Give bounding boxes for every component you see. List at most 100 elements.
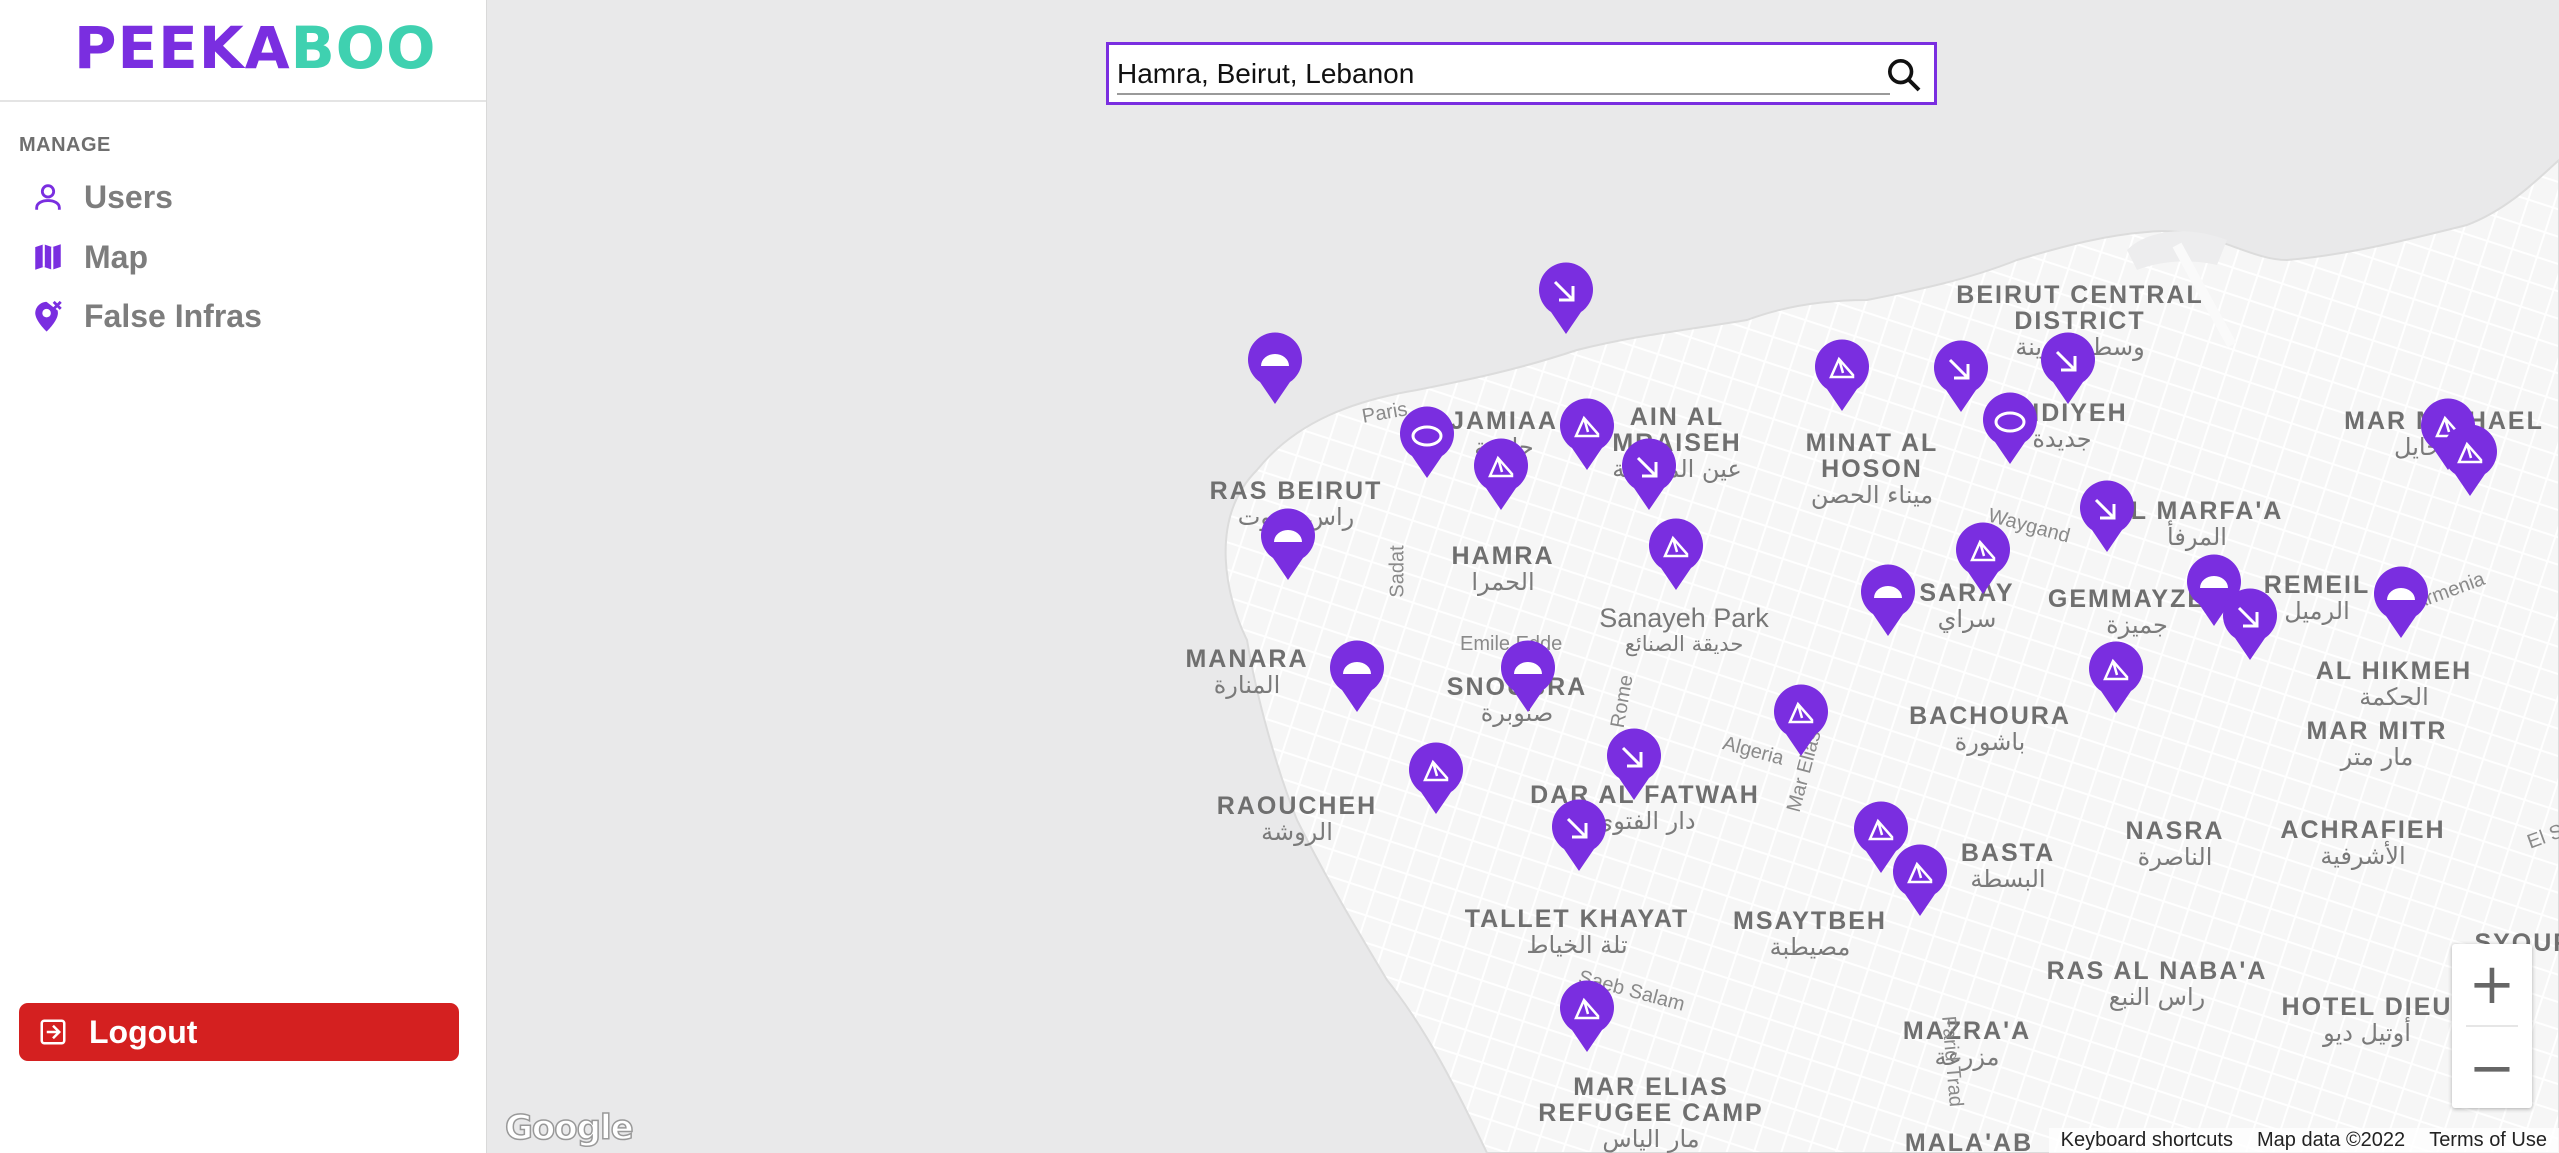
- map-pin[interactable]: [1246, 332, 1304, 406]
- place-label: BACHOURA باشورة: [1909, 702, 2071, 756]
- map-pin[interactable]: [1259, 508, 1317, 582]
- tent-icon: [1560, 980, 1614, 1052]
- sidebar-item-map[interactable]: Map: [28, 232, 458, 282]
- place-label: HOTEL DIEU أوتيل ديو: [2281, 993, 2453, 1047]
- half-dome-icon: [1501, 640, 1555, 712]
- place-label: MALA'AB: [1904, 1129, 2034, 1153]
- sidebar-item-label: False Infras: [84, 297, 262, 334]
- manage-section-label: MANAGE: [19, 134, 111, 156]
- ring-icon: [1400, 406, 1454, 478]
- map-pin[interactable]: [1499, 640, 1557, 714]
- place-label: ACHRAFIEH الأشرفية: [2280, 816, 2446, 870]
- park-label: Sanayeh Park حديقة الصنائع: [1599, 603, 1769, 657]
- map-pin[interactable]: [1537, 262, 1595, 336]
- sidebar-item-false-infras[interactable]: False Infras: [28, 291, 458, 341]
- map-pin[interactable]: [1647, 518, 1705, 592]
- place-label: REMEIL الرميل: [2263, 571, 2371, 625]
- place-label: HAMRA الحمرا: [1451, 542, 1555, 596]
- street-label: Sadat: [1386, 545, 1409, 598]
- map-pin[interactable]: [1859, 564, 1917, 638]
- tent-icon: [1815, 339, 1869, 411]
- keyboard-shortcuts-link[interactable]: Keyboard shortcuts: [2049, 1129, 2245, 1152]
- half-dome-icon: [1330, 640, 1384, 712]
- arrow-diagonal-icon: [1539, 262, 1593, 334]
- arrow-diagonal-icon: [2080, 480, 2134, 552]
- map-pin[interactable]: [2039, 332, 2097, 406]
- map-footer: Keyboard shortcuts Map data ©2022 Terms …: [2048, 1128, 2559, 1153]
- zoom-in-button[interactable]: +: [2452, 944, 2532, 1024]
- map-data-credit[interactable]: Map data ©2022: [2245, 1129, 2417, 1152]
- arrow-diagonal-icon: [2041, 332, 2095, 404]
- map-pin[interactable]: [2221, 588, 2279, 662]
- map-pin[interactable]: [2087, 641, 2145, 715]
- logout-label: Logout: [89, 1013, 198, 1050]
- tent-icon: [1893, 844, 1947, 916]
- tent-icon: [2443, 424, 2497, 496]
- map-pin[interactable]: [1328, 640, 1386, 714]
- sidebar-item-label: Map: [84, 238, 148, 275]
- map-pin[interactable]: [1620, 438, 1678, 512]
- map-pin[interactable]: [1981, 392, 2039, 466]
- terms-of-use-link[interactable]: Terms of Use: [2417, 1129, 2559, 1152]
- half-dome-icon: [1261, 508, 1315, 580]
- search-bar: [1106, 42, 1937, 105]
- arrow-diagonal-icon: [1607, 728, 1661, 800]
- search-input[interactable]: [1117, 55, 1890, 95]
- map-pin[interactable]: [1472, 438, 1530, 512]
- logo-part1: PEEKA: [74, 14, 291, 82]
- sidebar: PEEKABOO MANAGE Users Map False Infras L…: [0, 0, 487, 1153]
- tent-icon: [1956, 522, 2010, 594]
- place-label: MAZRA'A مزرعة: [1902, 1017, 2032, 1071]
- place-label: MAR MITR مار متر: [2306, 717, 2448, 771]
- sidebar-item-users[interactable]: Users: [28, 172, 458, 222]
- zoom-control: + −: [2452, 944, 2532, 1108]
- logo-text: PEEKABOO: [74, 14, 436, 82]
- map-pin[interactable]: [1558, 980, 1616, 1054]
- arrow-diagonal-icon: [1622, 438, 1676, 510]
- arrow-diagonal-icon: [2223, 588, 2277, 660]
- map-pin[interactable]: [1813, 339, 1871, 413]
- half-dome-icon: [2374, 566, 2428, 638]
- map-pin[interactable]: [2372, 566, 2430, 640]
- tent-icon: [1409, 742, 1463, 814]
- map-pin[interactable]: [1605, 728, 1663, 802]
- tent-icon: [1774, 684, 1828, 756]
- place-label: MINAT AL HOSON ميناء الحصن: [1805, 429, 1939, 509]
- place-label: NASRA الناصرة: [2125, 817, 2225, 871]
- map-pin[interactable]: [1891, 844, 1949, 918]
- tent-icon: [1474, 438, 1528, 510]
- map-pin[interactable]: [2441, 424, 2499, 498]
- place-label: MAR ELIAS REFUGEE CAMP مار الياس: [1538, 1073, 1764, 1153]
- sidebar-item-label: Users: [84, 178, 173, 215]
- google-logo[interactable]: Google: [504, 1107, 634, 1149]
- place-label: RAOUCHEH الروشة: [1216, 792, 1378, 846]
- place-label: RAS AL NABA'A راس النبع: [2046, 957, 2268, 1011]
- tent-icon: [1649, 518, 1703, 590]
- zoom-out-button[interactable]: −: [2452, 1028, 2532, 1108]
- user-icon: [28, 177, 68, 217]
- zoom-divider: [2466, 1025, 2518, 1027]
- map-pin[interactable]: [2078, 480, 2136, 554]
- place-label: MSAYTBEH مصيطبة: [1733, 907, 1887, 961]
- map-view[interactable]: BEIRUT CENTRALDISTRICTوسط المدينة JAMIAA…: [487, 0, 2559, 1153]
- logout-icon: [33, 1012, 73, 1052]
- search-icon[interactable]: [1884, 55, 1924, 95]
- map-pin[interactable]: [1407, 742, 1465, 816]
- map-pin[interactable]: [1558, 398, 1616, 472]
- tent-icon: [2089, 641, 2143, 713]
- map-pin[interactable]: [1954, 522, 2012, 596]
- place-label: AL MARFA'A المرفأ: [2110, 497, 2284, 551]
- half-dome-icon: [1861, 564, 1915, 636]
- logout-button[interactable]: Logout: [19, 1003, 459, 1061]
- brand-logo[interactable]: PEEKABOO: [0, 0, 486, 102]
- half-dome-icon: [1248, 332, 1302, 404]
- place-label: BASTA البسطة: [1960, 839, 2056, 893]
- place-label: MANARA المنارة: [1185, 645, 1309, 699]
- place-label: TALLET KHAYAT تلة الخياط: [1464, 905, 1690, 959]
- map-pin[interactable]: [1772, 684, 1830, 758]
- map-pin[interactable]: [1398, 406, 1456, 480]
- location-remove-icon: [28, 296, 68, 336]
- map-pin[interactable]: [1550, 799, 1608, 873]
- logo-part2: BOO: [290, 14, 437, 82]
- tent-icon: [1560, 398, 1614, 470]
